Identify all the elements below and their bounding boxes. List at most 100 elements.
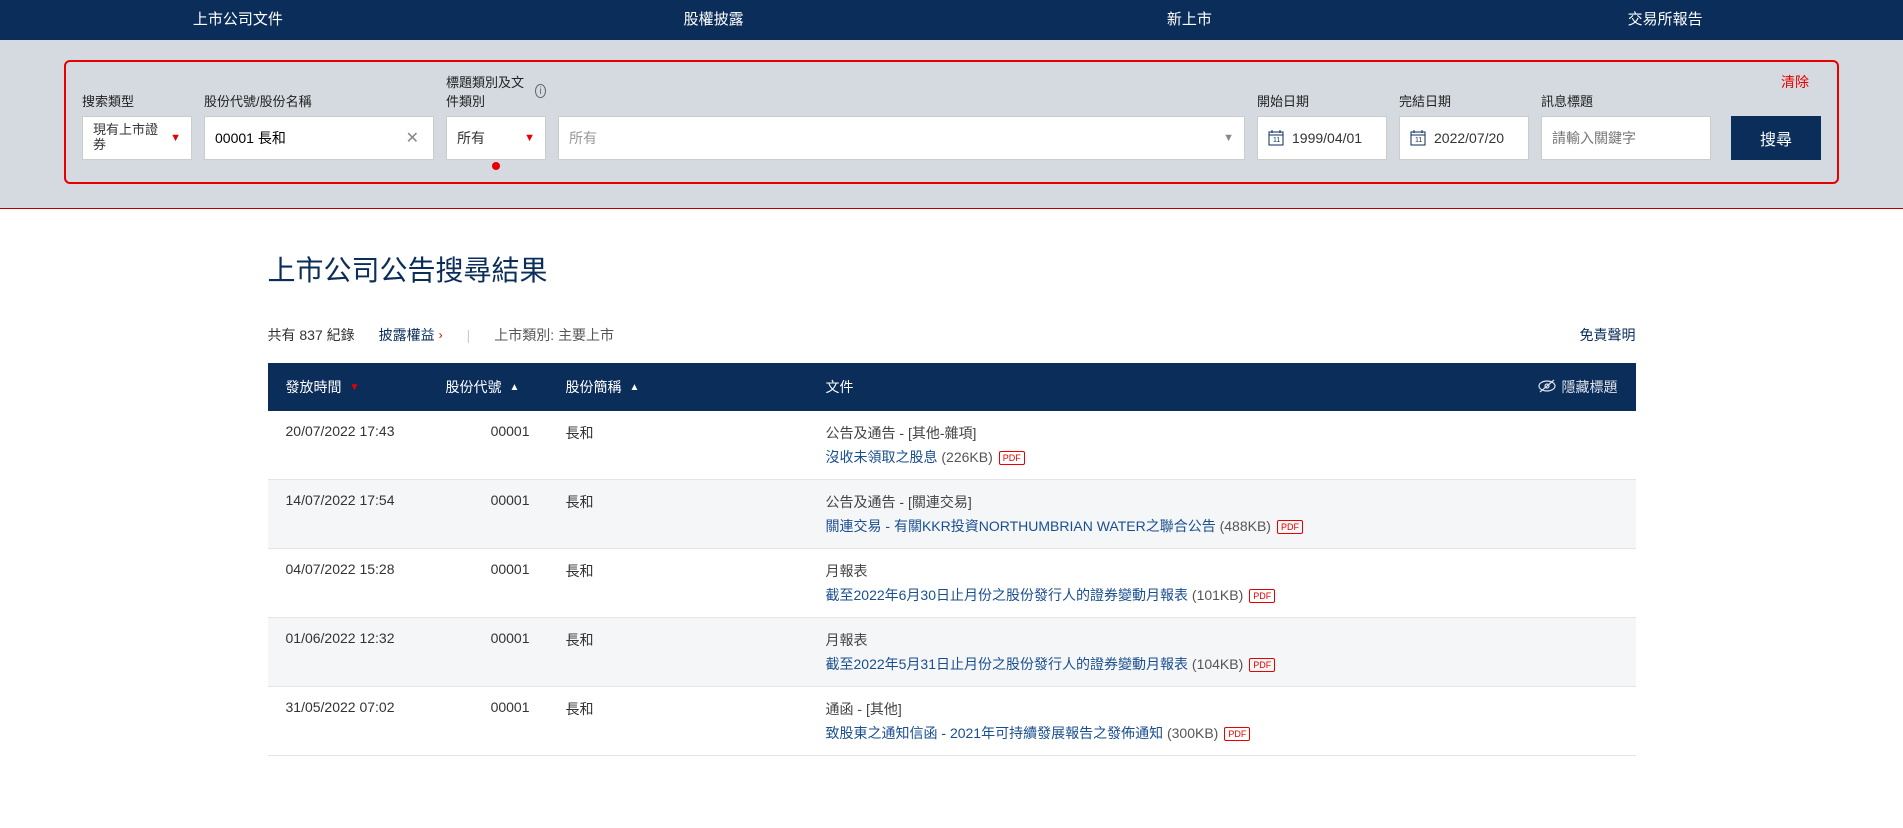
top-nav: 上市公司文件 股權披露 新上市 交易所報告 [0, 0, 1903, 40]
count-suffix: 紀錄 [323, 327, 355, 343]
input-news-title[interactable] [1552, 130, 1700, 146]
search-button[interactable]: 搜尋 [1731, 116, 1821, 160]
field-submit: 搜尋 [1723, 95, 1821, 160]
nav-tab-shareholding[interactable]: 股權披露 [476, 0, 952, 40]
field-stock: 股份代號/股份名稱 ✕ [204, 91, 434, 160]
th-name[interactable]: 股份簡稱 ▲ [548, 363, 808, 411]
th-doc: 文件 [808, 363, 1102, 411]
doc-size: (104KB) [1192, 656, 1243, 672]
pdf-badge-icon: PDF [1249, 589, 1275, 603]
calendar-icon: 11 [1268, 130, 1284, 146]
chevron-right-icon: › [439, 328, 443, 342]
doc-category: 公告及通告 - [關連交易] [826, 492, 1618, 512]
select-headline[interactable]: 所有 ▼ [446, 116, 546, 160]
cell-doc: 月報表截至2022年5月31日止月份之股份發行人的證券變動月報表 (104KB)… [808, 618, 1636, 687]
svg-text:11: 11 [1415, 137, 1422, 144]
sort-asc-icon: ▲ [510, 382, 520, 393]
clear-stock-icon[interactable]: ✕ [402, 128, 423, 148]
calendar-icon: 11 [1410, 130, 1426, 146]
th-hide-title[interactable]: 隱藏標題 [1102, 363, 1636, 411]
end-date-value: 2022/07/20 [1434, 130, 1504, 146]
chevron-down-icon: ▼ [1223, 132, 1234, 144]
doc-size: (300KB) [1167, 725, 1218, 741]
cell-code: 00001 [428, 549, 548, 618]
pdf-badge-icon: PDF [1277, 520, 1303, 534]
input-news-title-wrapper [1541, 116, 1711, 160]
table-row: 20/07/2022 17:4300001長和公告及通告 - [其他-雜項]沒收… [268, 411, 1636, 480]
label-stock: 股份代號/股份名稱 [204, 91, 434, 110]
input-stock[interactable] [215, 130, 402, 146]
select-search-type[interactable]: 現有上市證券 ▼ [82, 116, 192, 160]
search-bar-wrapper: 清除 搜索類型 現有上市證券 ▼ 股份代號/股份名稱 ✕ 標題類別及文件類別 i… [0, 40, 1903, 209]
meta-row: 共有 837 紀錄 披露權益 › | 上市類別: 主要上市 免責聲明 [268, 325, 1636, 345]
field-news-title: 訊息標題 [1541, 91, 1711, 160]
doc-link[interactable]: 截至2022年6月30日止月份之股份發行人的證券變動月報表 [826, 587, 1189, 603]
nav-tab-listed-docs[interactable]: 上市公司文件 [0, 0, 476, 40]
table-row: 31/05/2022 07:0200001長和通函 - [其他] 致股東之通知信函… [268, 687, 1636, 756]
cell-name: 長和 [548, 687, 808, 756]
table-header-row: 發放時間 ▼ 股份代號 ▲ 股份簡稱 ▲ [268, 363, 1636, 411]
select-search-type-value: 現有上市證券 [93, 123, 170, 153]
select-headline-sub[interactable]: 所有 ▼ [558, 116, 1245, 160]
listing-type-label: 上市類別: [494, 327, 558, 343]
doc-link[interactable]: 沒收未領取之股息 [826, 449, 938, 465]
disclosure-link[interactable]: 披露權益 › [379, 325, 443, 345]
th-time[interactable]: 發放時間 ▼ [268, 363, 428, 411]
cell-doc: 月報表截至2022年6月30日止月份之股份發行人的證券變動月報表 (101KB)… [808, 549, 1636, 618]
label-news-title: 訊息標題 [1541, 91, 1711, 110]
label-headline-text: 標題類別及文件類別 [446, 72, 531, 110]
select-headline-value: 所有 [457, 128, 485, 148]
page-title: 上市公司公告搜尋結果 [268, 249, 1636, 289]
record-count: 共有 837 紀錄 [268, 325, 355, 345]
info-icon[interactable]: i [535, 84, 546, 98]
cell-doc: 公告及通告 - [關連交易] 關連交易 - 有關KKR投資NORTHUMBRIAN… [808, 480, 1636, 549]
input-end-date[interactable]: 11 2022/07/20 [1399, 116, 1529, 160]
th-code[interactable]: 股份代號 ▲ [428, 363, 548, 411]
label-headline: 標題類別及文件類別 i [446, 72, 546, 110]
doc-category: 公告及通告 - [其他-雜項] [826, 423, 1618, 443]
table-row: 04/07/2022 15:2800001長和月報表截至2022年6月30日止月… [268, 549, 1636, 618]
count-number: 837 [299, 327, 322, 343]
field-headline: 標題類別及文件類別 i 所有 ▼ [446, 72, 546, 160]
listing-type-value: 主要上市 [558, 327, 614, 343]
results-body: 20/07/2022 17:4300001長和公告及通告 - [其他-雜項]沒收… [268, 411, 1636, 756]
svg-text:11: 11 [1273, 137, 1280, 144]
results-table: 發放時間 ▼ 股份代號 ▲ 股份簡稱 ▲ [268, 363, 1636, 756]
disclaimer-link[interactable]: 免責聲明 [1580, 325, 1636, 345]
listing-type: 上市類別: 主要上市 [494, 325, 614, 345]
input-stock-wrapper: ✕ [204, 116, 434, 160]
pdf-badge-icon: PDF [1249, 658, 1275, 672]
doc-link[interactable]: 致股東之通知信函 - 2021年可持續發展報告之發佈通知 [826, 725, 1164, 741]
label-end-date: 完結日期 [1399, 91, 1529, 110]
chevron-down-icon: ▼ [524, 132, 535, 144]
search-bar: 清除 搜索類型 現有上市證券 ▼ 股份代號/股份名稱 ✕ 標題類別及文件類別 i… [64, 60, 1839, 184]
field-search-type: 搜索類型 現有上市證券 ▼ [82, 91, 192, 160]
pdf-badge-icon: PDF [1224, 727, 1250, 741]
count-prefix: 共有 [268, 327, 300, 343]
start-date-value: 1999/04/01 [1292, 130, 1362, 146]
sort-asc-icon: ▲ [630, 382, 640, 393]
clear-link[interactable]: 清除 [1781, 72, 1809, 92]
nav-tab-exchange-reports[interactable]: 交易所報告 [1427, 0, 1903, 40]
cell-code: 00001 [428, 687, 548, 756]
th-code-label: 股份代號 [446, 377, 502, 397]
doc-link[interactable]: 截至2022年5月31日止月份之股份發行人的證券變動月報表 [826, 656, 1189, 672]
doc-size: (488KB) [1220, 518, 1271, 534]
input-start-date[interactable]: 11 1999/04/01 [1257, 116, 1387, 160]
table-row: 01/06/2022 12:3200001長和月報表截至2022年5月31日止月… [268, 618, 1636, 687]
cell-time: 31/05/2022 07:02 [268, 687, 428, 756]
pdf-badge-icon: PDF [999, 451, 1025, 465]
doc-link[interactable]: 關連交易 - 有關KKR投資NORTHUMBRIAN WATER之聯合公告 [826, 518, 1216, 534]
cell-code: 00001 [428, 618, 548, 687]
cell-code: 00001 [428, 480, 548, 549]
th-hide-label: 隱藏標題 [1562, 377, 1618, 397]
cell-doc: 公告及通告 - [其他-雜項]沒收未領取之股息 (226KB)PDF [808, 411, 1636, 480]
nav-tab-new-listings[interactable]: 新上市 [952, 0, 1428, 40]
sort-desc-icon: ▼ [350, 382, 360, 393]
cell-name: 長和 [548, 549, 808, 618]
doc-category: 通函 - [其他] [826, 699, 1618, 719]
doc-size: (101KB) [1192, 587, 1243, 603]
cell-doc: 通函 - [其他] 致股東之通知信函 - 2021年可持續發展報告之發佈通知 (3… [808, 687, 1636, 756]
disclosure-link-text: 披露權益 [379, 325, 435, 345]
label-start-date: 開始日期 [1257, 91, 1387, 110]
